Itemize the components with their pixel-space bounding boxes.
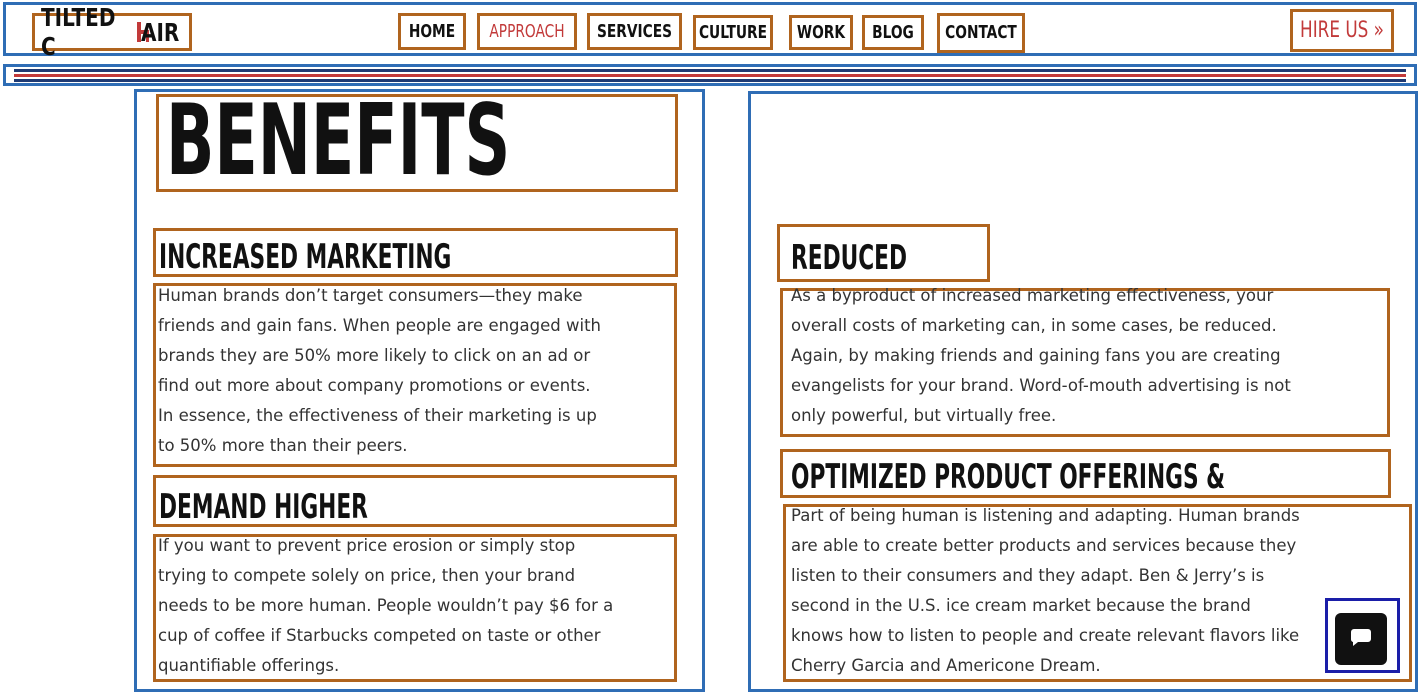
text-line: evangelists for your brand. Word-of-mout…: [791, 376, 1291, 395]
text-line: to 50% more than their peers.: [158, 436, 408, 455]
body-demand-higher-prices: If you want to prevent price erosion or …: [158, 531, 673, 681]
body-increased-marketing: Human brands don’t target consumers—they…: [158, 281, 673, 467]
header-stripe: [3, 64, 1417, 86]
text-line: friends and gain fans. When people are e…: [158, 316, 601, 335]
text-line: only powerful, but virtually free.: [791, 406, 1057, 425]
chat-bubble-icon: [1350, 627, 1372, 651]
text-line: Part of being human is listening and ada…: [791, 506, 1300, 525]
chair-icon: [135, 22, 150, 42]
text-line: In essence, the effectiveness of their m…: [158, 406, 597, 425]
nav-work[interactable]: WORK: [794, 15, 848, 50]
nav-culture[interactable]: CULTURE: [699, 15, 767, 50]
text-line: quantifiable offerings.: [158, 656, 340, 675]
text-line: Human brands don’t target consumers—they…: [158, 286, 583, 305]
text-line: listen to their consumers and they adapt…: [791, 566, 1265, 585]
text-line: second in the U.S. ice cream market beca…: [791, 596, 1251, 615]
nav-blog[interactable]: BLOG: [867, 15, 920, 50]
text-line: If you want to prevent price erosion or …: [158, 536, 576, 555]
text-line: needs to be more human. People wouldn’t …: [158, 596, 614, 615]
heading-reduced-costs: REDUCED COSTS: [791, 238, 908, 278]
text-line: cup of coffee if Starbucks competed on t…: [158, 626, 601, 645]
logo[interactable]: TILTED C AIR: [32, 3, 192, 61]
text-line: brands they are 50% more likely to click…: [158, 346, 591, 365]
hire-us-button[interactable]: HIRE US »: [1298, 13, 1386, 48]
text-line: As a byproduct of increased marketing ef…: [791, 286, 1274, 305]
stripe-red: [14, 74, 1406, 77]
heading-demand-higher-prices: DEMAND HIGHER PRICES: [159, 487, 368, 527]
logo-text-right: AIR: [141, 17, 180, 47]
text-line: knows how to listen to people and create…: [791, 626, 1300, 645]
text-line: are able to create better products and s…: [791, 536, 1297, 555]
heading-optimized-product-offerings: OPTIMIZED PRODUCT OFFERINGS & SERVICES: [791, 457, 1226, 497]
text-line: overall costs of marketing can, in some …: [791, 316, 1277, 335]
stripe-blue-bottom: [14, 79, 1406, 82]
body-optimized-product-offerings: Part of being human is listening and ada…: [791, 501, 1407, 681]
nav-home[interactable]: HOME: [403, 14, 461, 49]
body-reduced-costs: As a byproduct of increased marketing ef…: [791, 281, 1386, 431]
text-line: trying to compete solely on price, then …: [158, 566, 576, 585]
text-line: Again, by making friends and gaining fan…: [791, 346, 1281, 365]
chat-button[interactable]: [1335, 613, 1387, 665]
text-line: Cherry Garcia and Americone Dream.: [791, 656, 1101, 675]
nav-services[interactable]: SERVICES: [594, 14, 675, 49]
nav-contact[interactable]: CONTACT: [944, 15, 1019, 50]
logo-text-left: TILTED C: [41, 3, 116, 61]
text-line: find out more about company promotions o…: [158, 376, 591, 395]
page-title: BENEFITS: [166, 91, 511, 191]
nav-approach[interactable]: APPROACH: [485, 14, 570, 49]
heading-increased-marketing: INCREASED MARKETING EFFECTIVENESS: [159, 237, 452, 277]
stripe-blue-top: [14, 69, 1406, 72]
